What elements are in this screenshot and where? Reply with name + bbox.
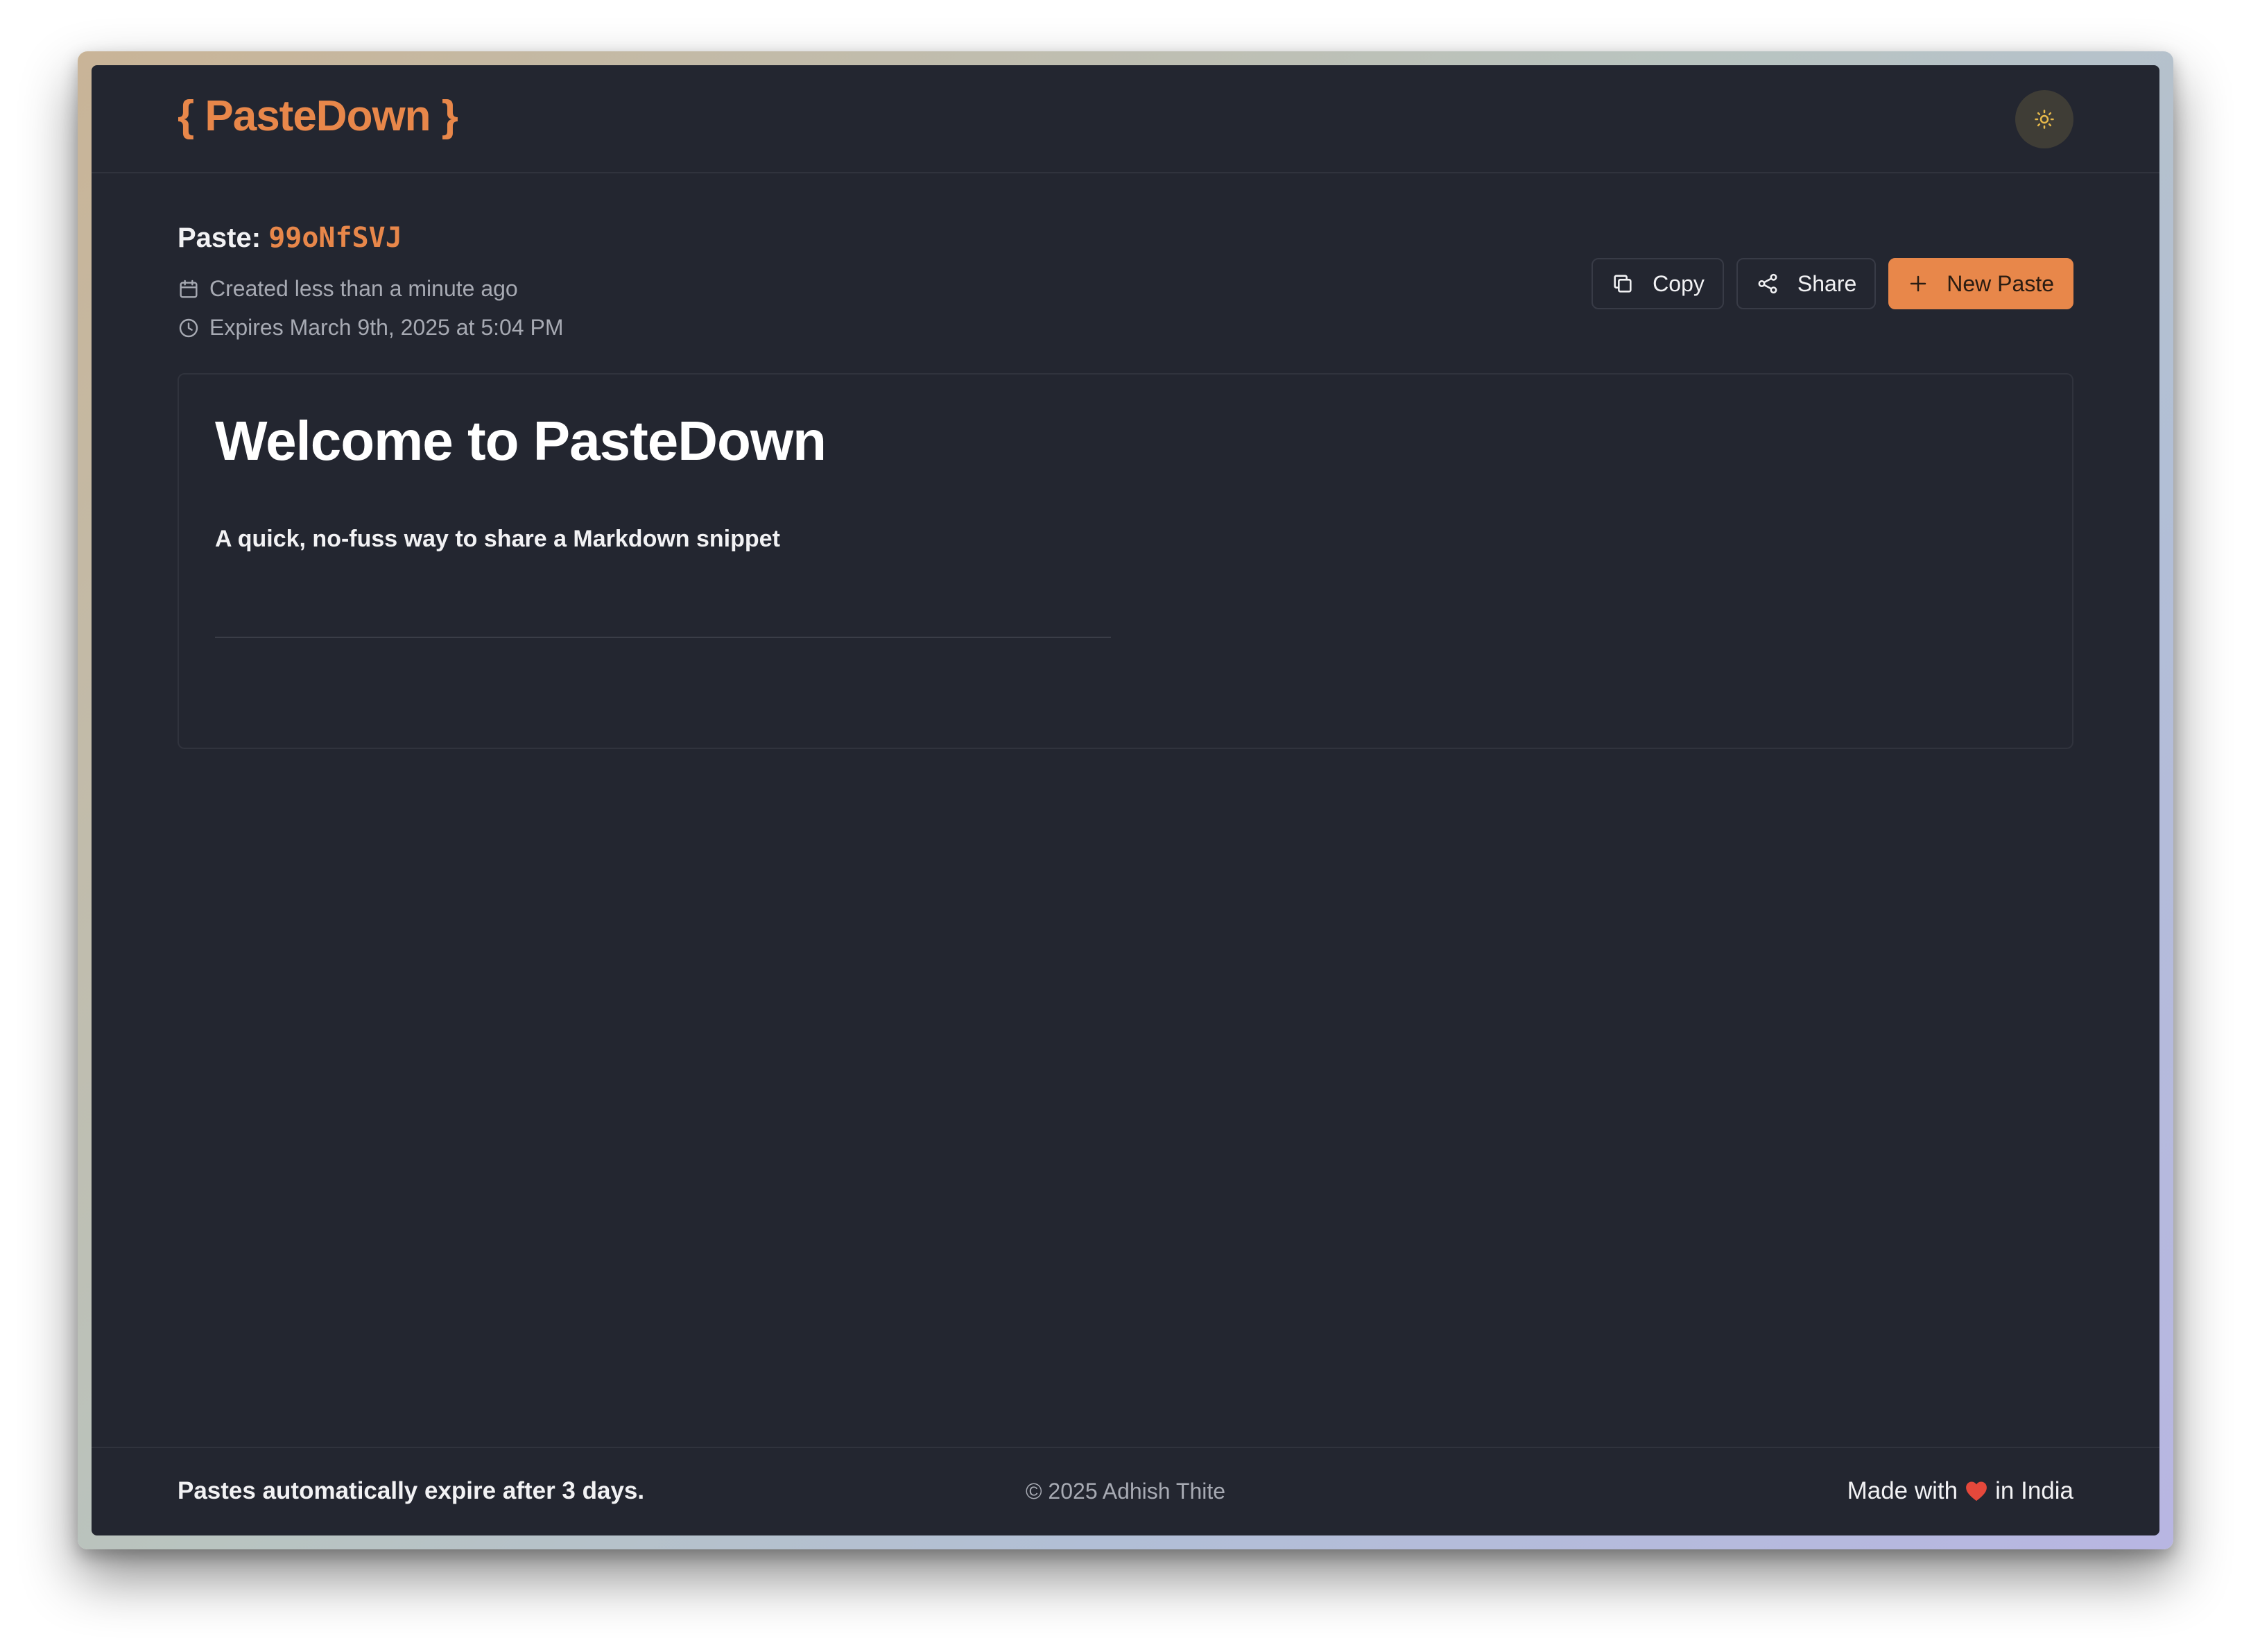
new-paste-label: New Paste (1947, 270, 2054, 296)
copy-button[interactable]: Copy (1592, 258, 1724, 309)
expires-text: Expires March 9th, 2025 at 5:04 PM (209, 315, 564, 340)
made-with-prefix: Made with (1847, 1477, 1958, 1504)
made-with: Made with in India (1847, 1477, 2073, 1505)
made-with-suffix: in India (1995, 1477, 2073, 1504)
copy-icon (1614, 275, 1632, 293)
paste-title-prefix: Paste: (178, 223, 261, 253)
created-text: Created less than a minute ago (209, 276, 518, 301)
app-window: { PasteDown } Paste: 99oNfSVJ Created le… (92, 65, 2159, 1535)
plus-icon (1911, 275, 1926, 292)
paste-title: Paste: 99oNfSVJ (178, 222, 402, 254)
logo[interactable]: { PasteDown } (178, 92, 458, 141)
heart-icon (1966, 1481, 1987, 1502)
paste-content: Welcome to PasteDown A quick, no-fuss wa… (178, 373, 2073, 749)
new-paste-button[interactable]: New Paste (1888, 258, 2073, 309)
copy-label: Copy (1653, 270, 1705, 296)
clock-icon (179, 318, 198, 337)
app-header: { PasteDown } (92, 65, 2159, 173)
share-label: Share (1797, 270, 1857, 296)
paste-id: 99oNfSVJ (268, 222, 402, 254)
expires-meta: Expires March 9th, 2025 at 5:04 PM (178, 315, 563, 341)
share-icon (1758, 273, 1777, 294)
content-divider (215, 637, 1111, 638)
created-meta: Created less than a minute ago (178, 276, 518, 302)
sun-icon (2035, 110, 2054, 129)
paste-actions: Copy Share New Paste (1592, 258, 2073, 309)
calendar-icon (180, 279, 198, 298)
app-footer: Pastes automatically expire after 3 days… (92, 1447, 2159, 1535)
content-paragraph: A quick, no-fuss way to share a Markdown… (215, 526, 780, 552)
theme-toggle-button[interactable] (2015, 90, 2073, 148)
share-button[interactable]: Share (1736, 258, 1877, 309)
window-frame: { PasteDown } Paste: 99oNfSVJ Created le… (78, 51, 2173, 1549)
content-heading: Welcome to PasteDown (215, 410, 827, 472)
